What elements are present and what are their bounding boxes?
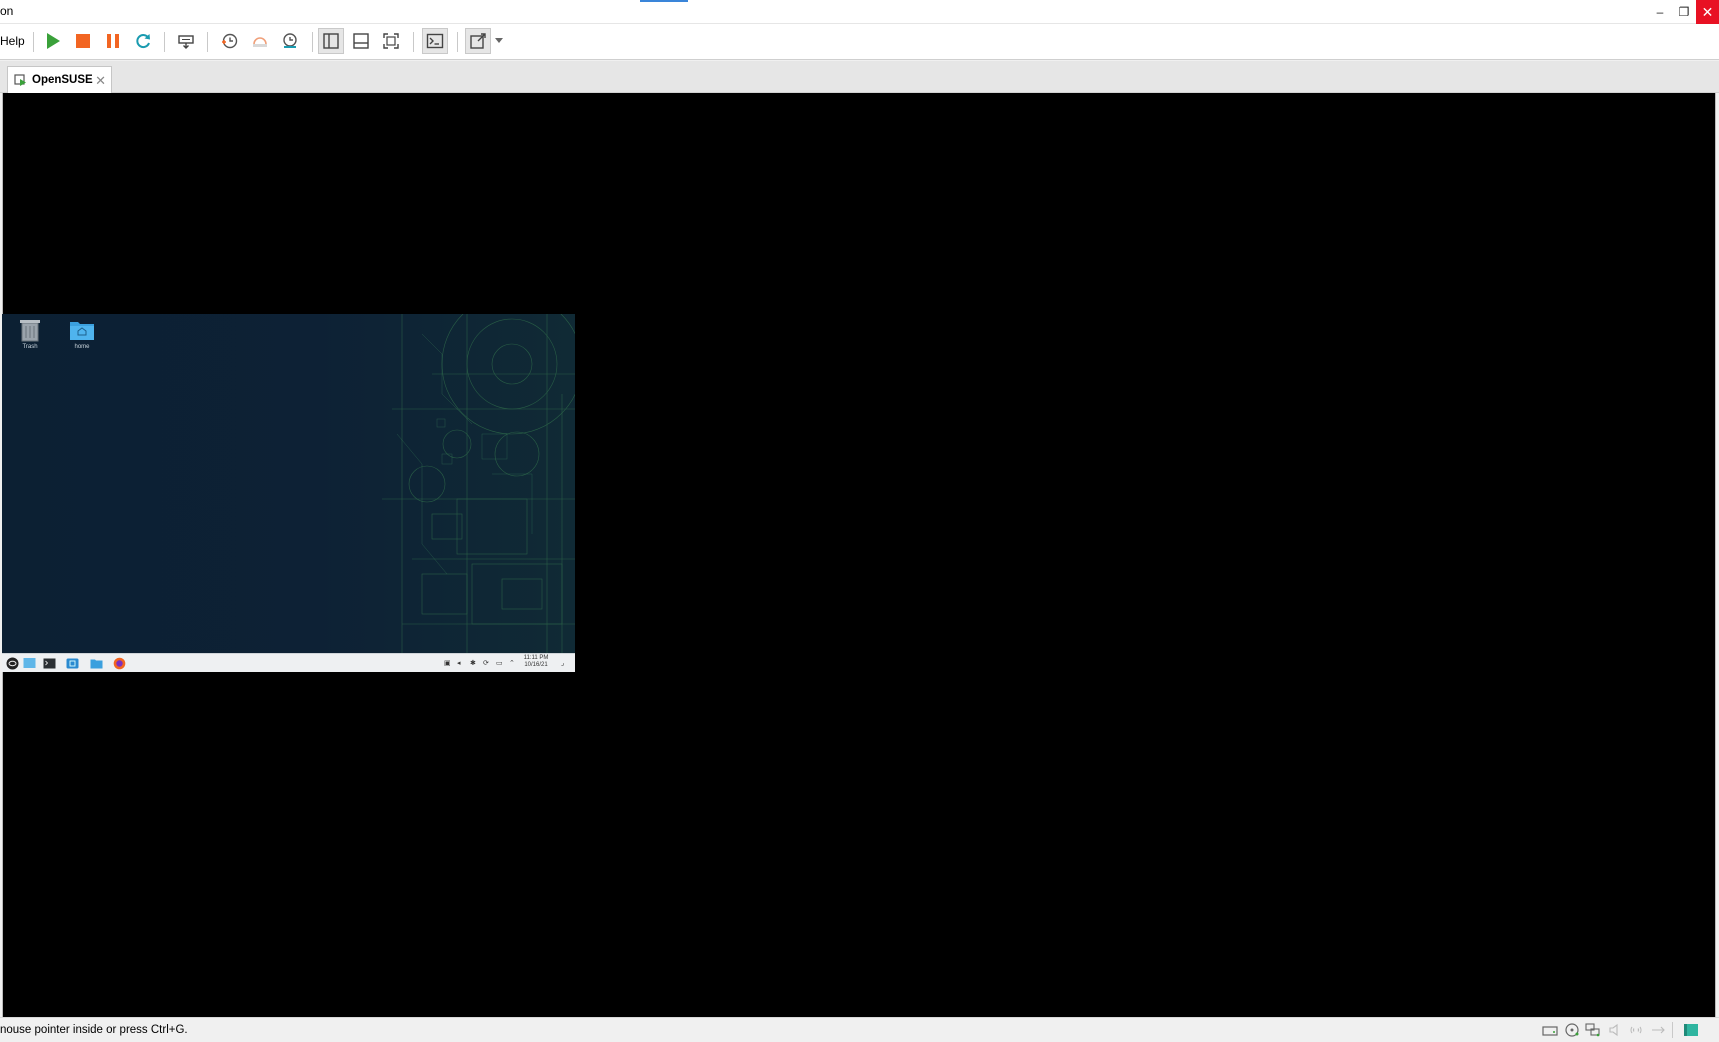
sound-status-icon[interactable] — [1608, 1023, 1624, 1037]
revert-snapshot-button[interactable] — [247, 28, 273, 54]
console-view-button[interactable] — [422, 28, 448, 54]
refresh-icon — [136, 34, 150, 49]
network-adapter-status-icon[interactable] — [1585, 1023, 1601, 1037]
status-message: nouse pointer inside or press Ctrl+G. — [0, 1024, 188, 1036]
guest-clock[interactable]: 11:11 PM 10/16/21 — [519, 655, 553, 669]
guest-desktop-pager[interactable] — [23, 657, 36, 670]
toolbar-separator — [164, 32, 165, 52]
trash-icon — [20, 320, 40, 342]
toolbar: Help — [0, 24, 1719, 60]
guest-taskbar: ▣ ◂ ✱ ⟳ ▭ ⌃ 11:11 PM 10/16/21 ⌟ — [2, 653, 575, 672]
window-title: on — [0, 4, 14, 18]
title-bar: on – ❐ ✕ — [0, 0, 1719, 24]
snapshot-manager-icon — [283, 33, 297, 48]
thumbnail-bar-icon — [353, 33, 369, 49]
wallpaper-circuit-pattern — [382, 314, 575, 653]
snapshot-clock-icon — [222, 33, 238, 49]
stretch-guest-button[interactable] — [465, 28, 491, 54]
menu-help[interactable]: Help — [0, 34, 25, 48]
cd-dvd-status-icon[interactable] — [1564, 1023, 1580, 1037]
stretch-icon — [470, 33, 486, 49]
devices-icon — [178, 35, 194, 49]
removable-devices-button[interactable] — [173, 28, 199, 54]
restore-button[interactable]: ❐ — [1672, 0, 1696, 24]
reset-button[interactable] — [130, 28, 156, 54]
tab-strip: OpenSUSE ✕ — [0, 61, 1719, 93]
full-screen-icon — [383, 33, 399, 49]
revert-snapshot-icon — [253, 37, 267, 47]
guest-clock-date: 10/16/21 — [524, 662, 548, 668]
stretch-dropdown-button[interactable] — [492, 28, 506, 54]
tab-label: OpenSUSE — [32, 74, 93, 86]
chevron-down-icon — [495, 38, 503, 43]
guest-clock-time: 11:11 PM — [523, 655, 549, 661]
power-on-button[interactable] — [40, 28, 66, 54]
desktop-icon-label: home — [74, 344, 90, 350]
terminal-icon — [426, 33, 444, 49]
message-log-icon[interactable] — [1683, 1023, 1699, 1037]
tray-expand-icon[interactable]: ⌃ — [509, 659, 515, 667]
desktop-icon-home[interactable]: home — [60, 318, 104, 358]
guest-terminal-launcher[interactable] — [43, 657, 56, 670]
bluetooth-tray-icon[interactable]: ✱ — [470, 659, 476, 667]
virtual-desktop-icon — [23, 658, 36, 668]
suspend-button[interactable] — [100, 28, 126, 54]
terminal-app-icon — [43, 658, 56, 669]
snapshot-manager-button[interactable] — [277, 28, 303, 54]
home-folder-icon — [70, 322, 94, 340]
take-snapshot-button[interactable] — [216, 28, 242, 54]
tab-opensuse[interactable]: OpenSUSE ✕ — [7, 66, 112, 93]
volume-tray-icon[interactable]: ◂ — [457, 659, 461, 667]
guest-app-launcher[interactable] — [6, 657, 19, 670]
folder-icon — [90, 659, 103, 669]
title-focus-indicator — [640, 0, 688, 2]
software-center-icon — [66, 658, 79, 669]
show-desktop-icon[interactable]: ⌟ — [561, 659, 564, 667]
toolbar-separator — [207, 32, 208, 52]
desktop-icon-label: Trash — [22, 344, 38, 350]
usb-status-icon[interactable] — [1650, 1023, 1666, 1037]
toolbar-separator — [33, 32, 34, 52]
stop-icon — [76, 34, 90, 48]
updates-tray-icon[interactable]: ⟳ — [483, 659, 489, 667]
guest-firefox-launcher[interactable] — [113, 657, 126, 670]
vm-tab-icon — [14, 73, 26, 86]
close-button[interactable]: ✕ — [1696, 0, 1719, 24]
pause-icon — [107, 34, 119, 48]
status-bar: nouse pointer inside or press Ctrl+G. — [0, 1017, 1719, 1042]
guest-discover-launcher[interactable] — [66, 657, 79, 670]
full-screen-button[interactable] — [378, 28, 404, 54]
opensuse-logo-icon — [6, 657, 19, 670]
library-panel-icon — [323, 33, 339, 49]
desktop-icon-trash[interactable]: Trash — [8, 318, 52, 358]
show-library-button[interactable] — [318, 28, 344, 54]
toolbar-separator — [457, 32, 458, 52]
toolbar-separator — [413, 32, 414, 52]
play-icon — [47, 33, 60, 49]
firefox-icon — [113, 657, 126, 670]
hard-disk-status-icon[interactable] — [1542, 1023, 1558, 1037]
guest-files-launcher[interactable] — [90, 657, 103, 670]
desktop-wallpaper — [2, 314, 575, 653]
minimize-button[interactable]: – — [1648, 0, 1672, 24]
show-thumbnail-bar-button[interactable] — [348, 28, 374, 54]
toolbar-separator — [312, 32, 313, 52]
clipboard-tray-icon[interactable]: ▣ — [444, 659, 451, 667]
network-tray-icon[interactable]: ▭ — [496, 659, 503, 667]
guest-desktop[interactable]: Trash home ▣ ◂ ✱ ⟳ ▭ ⌃ 11:11 PM 10/16/21… — [2, 314, 575, 672]
bluetooth-status-icon[interactable] — [1628, 1023, 1644, 1037]
status-separator — [1672, 1022, 1673, 1038]
tab-close-button[interactable]: ✕ — [95, 73, 106, 89]
power-off-button[interactable] — [70, 28, 96, 54]
